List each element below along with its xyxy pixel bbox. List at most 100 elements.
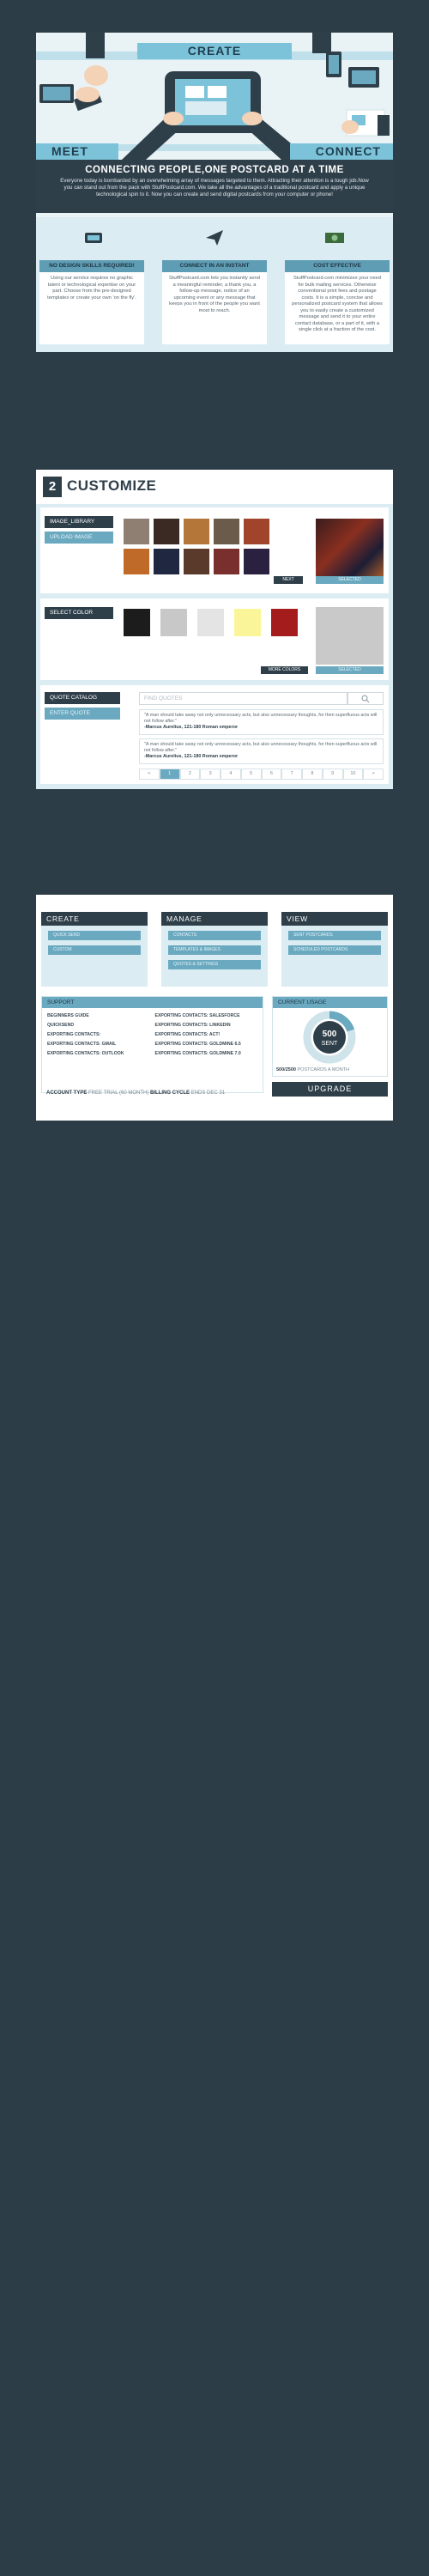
create-heading: CREATE <box>41 912 148 926</box>
image-thumbnail[interactable] <box>184 519 209 544</box>
contacts-button[interactable]: CONTACTS <box>168 931 261 940</box>
hero-illustration: CREATE MEET CONNECT CONNECTING PEOPLE,ON… <box>36 33 393 217</box>
image-thumbnail[interactable] <box>154 549 179 574</box>
support-link[interactable]: EXPORTING CONTACTS: LINKEDIN <box>155 1023 258 1028</box>
image-thumbnail[interactable] <box>244 549 269 574</box>
quote-text: "A man should take away not only unneces… <box>144 742 378 753</box>
support-link[interactable]: BEGINNERS GUIDE <box>47 1013 150 1018</box>
image-thumbnail[interactable] <box>244 519 269 544</box>
brush-icon <box>85 233 102 243</box>
support-heading: SUPPORT <box>42 997 263 1008</box>
page-prev[interactable]: < <box>139 769 160 780</box>
page-item[interactable]: 8 <box>302 769 323 780</box>
image-library-tab[interactable]: IMAGE_LIBRARY <box>45 516 113 528</box>
color-swatch[interactable] <box>124 609 150 636</box>
color-swatch[interactable] <box>160 609 187 636</box>
page-next[interactable]: > <box>363 769 384 780</box>
page-item[interactable]: 1 <box>159 769 180 780</box>
quote-text: "A man should take away not only unneces… <box>144 713 378 724</box>
page-item[interactable]: 2 <box>179 769 201 780</box>
selected-image-preview <box>316 519 384 584</box>
page-title: CUSTOMIZE <box>67 477 157 494</box>
view-column: VIEW SENT POSTCARDS SCHEDULED POSTCARDS <box>281 912 388 987</box>
quote-author: -Marcus Aurelius, 121-180 Roman emperor <box>144 725 239 730</box>
support-link[interactable]: EXPORTING CONTACTS: <box>47 1032 150 1037</box>
account-info: ACCOUNT TYPE FREE TRIAL (60 MONTH) BILLI… <box>46 1091 225 1096</box>
create-column: CREATE QUICK SEND CUSTOM <box>41 912 148 987</box>
feature-description: StuffPostcard.com lets you instantly sen… <box>169 276 260 313</box>
sent-postcards-button[interactable]: SENT POSTCARDS <box>288 931 381 940</box>
image-thumbnail[interactable] <box>184 549 209 574</box>
image-thumbnail[interactable] <box>154 519 179 544</box>
manage-column: MANAGE CONTACTS TEMPLATES & IMAGES QUOTE… <box>161 912 268 987</box>
support-link[interactable]: EXPORTING CONTACTS: OUTLOOK <box>47 1051 150 1056</box>
enter-quote-button[interactable]: ENTER QUOTE <box>45 708 120 720</box>
more-colors-button[interactable]: MORE COLORS <box>261 666 308 674</box>
support-links: BEGINNERS GUIDE EXPORTING CONTACTS: SALE… <box>42 1008 263 1056</box>
search-icon <box>361 695 370 703</box>
templates-images-button[interactable]: TEMPLATES & IMAGES <box>168 945 261 955</box>
selected-color-label: SELECTED <box>316 666 384 674</box>
page-item[interactable]: 4 <box>221 769 241 780</box>
usage-ratio-value: 500/2500 <box>276 1067 296 1072</box>
color-swatch[interactable] <box>197 609 224 636</box>
banner-connect: CONNECT <box>290 143 393 160</box>
billing-cycle-label: BILLING CYCLE <box>150 1091 190 1096</box>
feature-title: CONNECT IN AN INSTANT <box>162 260 267 272</box>
panel-header: 2 CUSTOMIZE <box>36 470 393 504</box>
headline-bar: CONNECTING PEOPLE,ONE POSTCARD AT A TIME… <box>36 160 393 213</box>
quote-catalog-tab[interactable]: QUOTE CATALOG <box>45 692 120 704</box>
upload-image-button[interactable]: UPLOAD IMAGE <box>45 532 113 544</box>
image-thumbnail[interactable] <box>124 519 149 544</box>
quote-item[interactable]: "A man should take away not only unneces… <box>139 738 384 764</box>
next-button[interactable]: NEXT <box>274 576 303 584</box>
quick-send-button[interactable]: QUICK SEND <box>48 931 141 940</box>
feature-card: CONNECT IN AN INSTANT StuffPostcard.com … <box>162 260 267 344</box>
page-item[interactable]: 5 <box>240 769 262 780</box>
custom-button[interactable]: CUSTOM <box>48 945 141 955</box>
support-link[interactable]: EXPORTING CONTACTS: GMAIL <box>47 1042 150 1047</box>
image-thumbnail[interactable] <box>214 549 239 574</box>
sent-label: SENT <box>322 1041 338 1047</box>
page-item[interactable]: 7 <box>281 769 302 780</box>
select-color-label: SELECT COLOR <box>45 607 113 619</box>
image-library-section: IMAGE_LIBRARY UPLOAD IMAGE NEXT SELECTED <box>40 507 389 593</box>
view-heading: VIEW <box>281 912 388 926</box>
current-usage-section: CURRENT USAGE 500 SENT 500/2500 POSTCARD… <box>272 996 388 1077</box>
intro-text: Everyone today is bombarded by an overwh… <box>60 178 369 197</box>
support-link[interactable]: EXPORTING CONTACTS: GOLDMINE 6.5 <box>155 1042 258 1047</box>
support-link[interactable]: EXPORTING CONTACTS: SALESFORCE <box>155 1013 258 1018</box>
feature-description: StuffPostcard.com minimizes your need fo… <box>292 276 383 332</box>
page-item[interactable]: 10 <box>342 769 364 780</box>
feature-title: COST EFFECTIVE <box>285 260 390 272</box>
usage-ratio-label: POSTCARDS A MONTH <box>297 1067 349 1072</box>
upgrade-button[interactable]: UPGRADE <box>272 1082 388 1097</box>
color-swatch[interactable] <box>271 609 298 636</box>
search-button[interactable] <box>347 692 384 705</box>
step-number: 2 <box>43 477 62 497</box>
usage-donut-chart: 500 SENT <box>303 1011 356 1064</box>
page-item[interactable]: 6 <box>261 769 282 780</box>
support-link[interactable]: EXPORTING CONTACTS: GOLDMINE 7.0 <box>155 1051 258 1056</box>
send-icon <box>206 230 223 246</box>
find-quotes-input[interactable]: FIND QUOTES <box>139 692 347 705</box>
page-item[interactable]: 3 <box>200 769 221 780</box>
support-link[interactable]: EXPORTING CONTACTS: ACT! <box>155 1032 258 1037</box>
banner-create: CREATE <box>137 43 292 59</box>
support-link[interactable]: QUICKSEND <box>47 1023 150 1028</box>
banner-meet: MEET <box>36 143 118 160</box>
quote-item[interactable]: "A man should take away not only unneces… <box>139 709 384 735</box>
image-thumbnail[interactable] <box>214 519 239 544</box>
pagination: < 1 2 3 4 5 6 7 8 9 10 > <box>139 769 384 780</box>
selected-color-preview <box>316 607 384 665</box>
page-item[interactable]: 9 <box>322 769 343 780</box>
manage-heading: MANAGE <box>161 912 268 926</box>
color-swatch[interactable] <box>234 609 261 636</box>
support-section: SUPPORT BEGINNERS GUIDE EXPORTING CONTAC… <box>41 996 263 1093</box>
money-icon <box>325 233 344 243</box>
image-thumbnail[interactable] <box>124 549 149 574</box>
scheduled-postcards-button[interactable]: SCHEDULED POSTCARDS <box>288 945 381 955</box>
quotes-settings-button[interactable]: QUOTES & SETTINGS <box>168 960 261 969</box>
usage-heading: CURRENT USAGE <box>273 997 387 1008</box>
feature-card: NO DESIGN SKILLS REQUIRED! Using our ser… <box>39 260 144 344</box>
